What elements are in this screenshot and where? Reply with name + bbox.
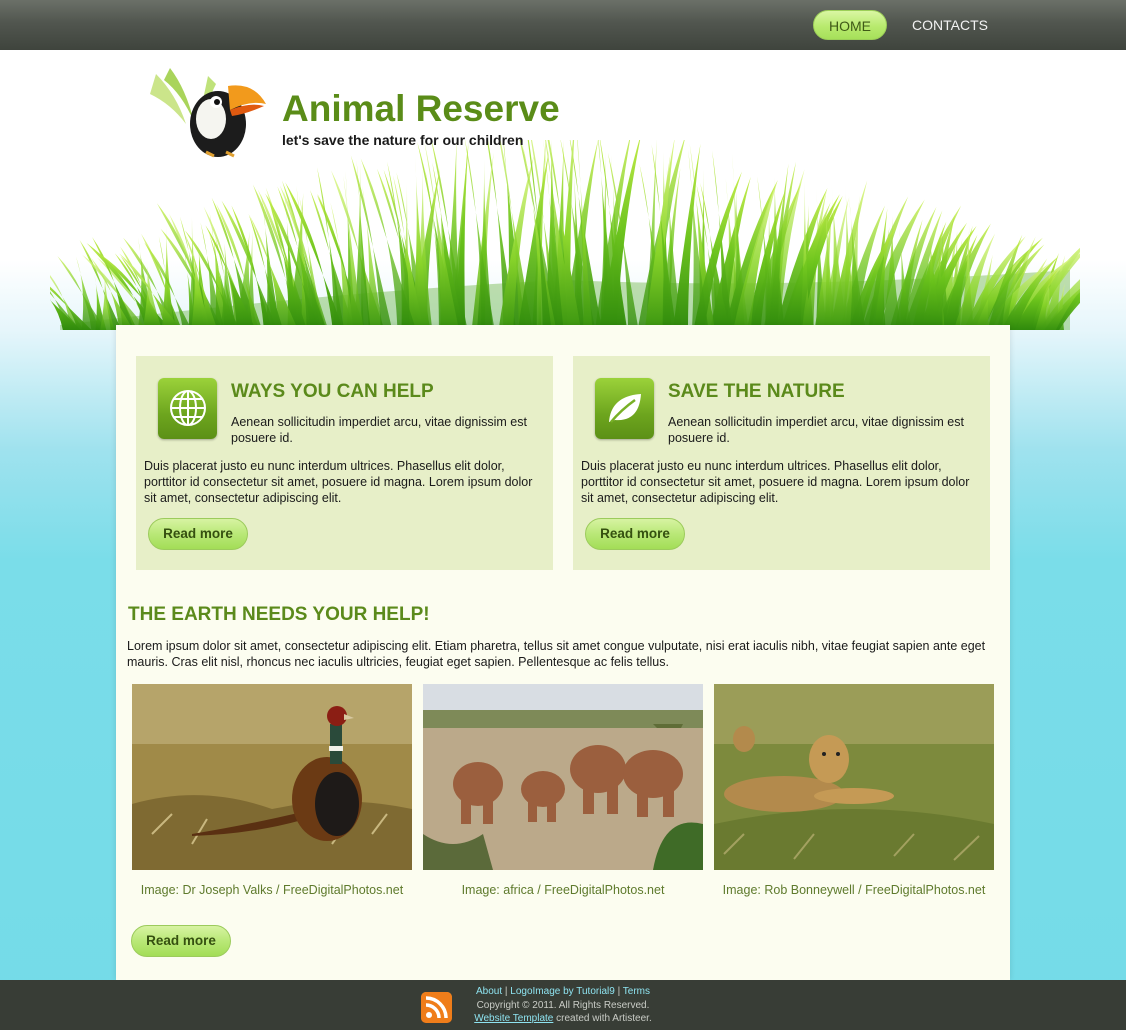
help-read-more-button[interactable]: Read more	[148, 518, 248, 550]
nature-read-more-button[interactable]: Read more	[585, 518, 685, 550]
footer-text: About | LogoImage by Tutorial9 | Terms C…	[458, 985, 668, 1026]
site-title: Animal Reserve	[282, 88, 560, 129]
nature-box: SAVE THE NATURE Aenean sollicitudin impe…	[573, 356, 990, 570]
rss-icon[interactable]	[421, 992, 452, 1023]
section-read-more-button[interactable]: Read more	[131, 925, 231, 957]
footer-website-template-link[interactable]: Website Template	[474, 1013, 553, 1024]
globe-icon	[158, 378, 217, 439]
nav-contacts-link[interactable]: CONTACTS	[900, 10, 1000, 40]
footer-separator: |	[614, 986, 623, 997]
photo-caption: Image: africa / FreeDigitalPhotos.net	[461, 883, 665, 897]
footer-about-link[interactable]: About	[476, 986, 502, 997]
photo-caption: Image: Dr Joseph Valks / FreeDigitalPhot…	[140, 883, 404, 897]
footer-logo-credit-link[interactable]: LogoImage by Tutorial9	[510, 986, 615, 997]
nature-box-body: Duis placerat justo eu nunc interdum ult…	[581, 459, 970, 505]
pheasant-photo	[132, 684, 412, 870]
footer-created-with: created with Artisteer.	[553, 1013, 652, 1024]
elephants-photo	[423, 684, 703, 870]
site-slogan: let's save the nature for our children	[282, 132, 524, 148]
section-text: Lorem ipsum dolor sit amet, consectetur …	[127, 639, 986, 669]
footer-terms-link[interactable]: Terms	[623, 986, 650, 997]
nature-box-lead: Aenean sollicitudin imperdiet arcu, vita…	[668, 415, 964, 445]
help-box-title: WAYS YOU CAN HELP	[231, 381, 434, 402]
help-box: WAYS YOU CAN HELP Aenean sollicitudin im…	[136, 356, 553, 570]
leaf-icon	[595, 378, 654, 439]
lions-photo	[714, 684, 994, 870]
top-nav-bar: HOME CONTACTS	[0, 0, 1126, 50]
main-content: WAYS YOU CAN HELP Aenean sollicitudin im…	[116, 325, 1010, 980]
photo-caption: Image: Rob Bonneywell / FreeDigitalPhoto…	[722, 883, 986, 897]
section-title: THE EARTH NEEDS YOUR HELP!	[128, 604, 430, 625]
toucan-logo-icon	[150, 68, 266, 158]
help-box-body: Duis placerat justo eu nunc interdum ult…	[144, 459, 533, 505]
help-box-lead: Aenean sollicitudin imperdiet arcu, vita…	[231, 415, 527, 445]
nav-home-button[interactable]: HOME	[813, 10, 887, 40]
footer-copyright: Copyright © 2011. All Rights Reserved.	[476, 999, 650, 1011]
nature-box-title: SAVE THE NATURE	[668, 381, 845, 402]
